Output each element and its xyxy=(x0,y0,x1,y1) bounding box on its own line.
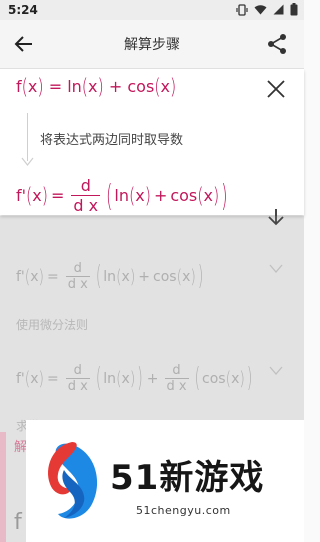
step-description: 将表达式两边同时取导数 xyxy=(40,133,184,148)
close-icon[interactable] xyxy=(266,79,286,99)
app-bar: 解算步骤 xyxy=(0,20,304,69)
vibrate-icon xyxy=(236,3,248,16)
derivative-equation: f'(x) = dd x (ln(x) + cos(x)) xyxy=(16,176,228,215)
watermark-title: 51新游戏 xyxy=(110,458,265,498)
share-icon[interactable] xyxy=(266,33,288,55)
page-title: 解算步骤 xyxy=(124,37,180,53)
step-card: f(x) = ln(x) + cos(x) 将表达式两边同时取导数 f'(x) … xyxy=(0,69,304,226)
original-equation: f(x) = ln(x) + cos(x) xyxy=(16,73,177,100)
watermark-logo-icon xyxy=(48,442,98,519)
status-time: 5:24 xyxy=(8,3,38,17)
step-arrow-icon xyxy=(21,157,34,166)
watermark-domain: 51chengyu.com xyxy=(136,504,231,517)
step-connector xyxy=(27,113,28,161)
wifi-icon xyxy=(254,5,267,15)
status-bar: 5:24 xyxy=(0,0,304,20)
derivative-operator: dd x xyxy=(71,176,101,215)
partial-equation: f xyxy=(14,510,22,535)
watermark-banner: 51新游戏 51chengyu.com xyxy=(26,420,304,542)
signal-icon xyxy=(273,4,284,15)
battery-icon xyxy=(290,3,298,16)
solution-marker xyxy=(0,432,6,542)
